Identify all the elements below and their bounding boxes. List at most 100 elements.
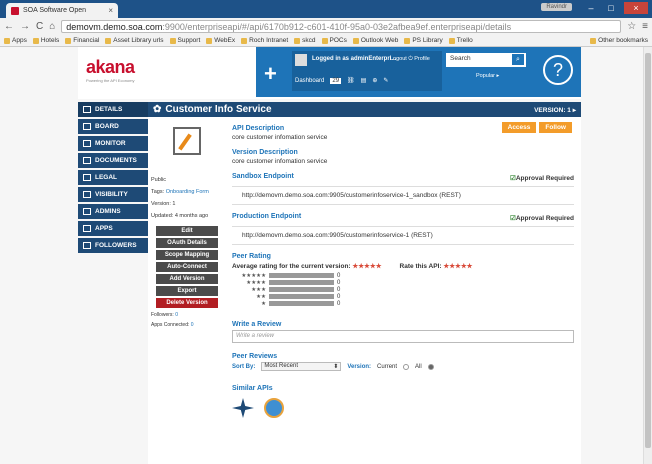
export-button[interactable]: Export: [156, 285, 218, 296]
gear-icon: ✿: [153, 104, 162, 115]
globe-icon[interactable]: [264, 398, 284, 418]
bookmark-item[interactable]: Hotels: [32, 37, 59, 44]
bookmark-item[interactable]: Roch Intranet: [241, 37, 288, 44]
favicon-icon: [11, 6, 19, 15]
scope-mapping-button[interactable]: Scope Mapping: [156, 249, 218, 260]
bookmark-star-icon[interactable]: ☆: [627, 21, 636, 32]
search-input[interactable]: Search ⌕: [446, 53, 526, 67]
search-icon[interactable]: ⌕: [512, 54, 524, 65]
peer-reviews-label: Peer Reviews: [232, 353, 278, 360]
service-sidebar: Public Tags: Onboarding Form Version: 1 …: [151, 127, 223, 328]
eye-icon: [83, 191, 91, 198]
version-filter-label: Version:: [347, 363, 372, 370]
rating-row: ★★★★★ 0: [241, 272, 341, 279]
bookmark-item[interactable]: Other bookmarks: [590, 37, 648, 44]
plus-icon[interactable]: +: [264, 61, 277, 87]
dashboard-count: 29: [330, 77, 342, 84]
oauth-details-button[interactable]: OAuth Details: [156, 237, 218, 248]
bookmark-item[interactable]: POCs: [321, 37, 347, 44]
tag-link[interactable]: Onboarding Form: [166, 189, 209, 195]
bookmark-item[interactable]: Asset Library urls: [105, 37, 164, 44]
bookmark-item[interactable]: WebEx: [206, 37, 235, 44]
omnibar: ← → C ⌂ demovm.demo.soa.com:9900/enterpr…: [0, 18, 652, 35]
access-button[interactable]: Access: [501, 122, 537, 133]
scrollbar[interactable]: [643, 47, 652, 464]
rating-row: ★★★★ 0: [246, 279, 341, 286]
back-icon[interactable]: ←: [4, 21, 14, 32]
dashboard-link[interactable]: Dashboard: [295, 78, 324, 84]
bookmark-item[interactable]: PS Library: [404, 37, 443, 44]
reload-icon[interactable]: C: [36, 21, 43, 32]
forward-icon[interactable]: →: [20, 21, 30, 32]
all-radio[interactable]: [427, 363, 434, 370]
review-input[interactable]: Write a review: [232, 330, 574, 343]
edit-button[interactable]: Edit: [156, 225, 218, 236]
browser-tab[interactable]: SOA Software Open ×: [6, 3, 118, 18]
menu-icon[interactable]: ≡: [642, 21, 648, 32]
peer-rating-label: Peer Rating: [232, 253, 271, 260]
link-icon[interactable]: ⛓: [347, 77, 355, 84]
home-icon[interactable]: ⌂: [49, 21, 55, 32]
nav-apps[interactable]: Apps: [78, 221, 148, 236]
nav-board[interactable]: Board: [78, 119, 148, 134]
nav-admins[interactable]: Admins: [78, 204, 148, 219]
profile-link[interactable]: Profile: [414, 56, 430, 62]
apps-count[interactable]: 0: [191, 322, 194, 328]
close-tab-icon[interactable]: ×: [108, 6, 113, 15]
screen-icon[interactable]: ▤: [361, 77, 367, 84]
sort-select[interactable]: Most Recent ⬍: [261, 362, 342, 371]
current-radio[interactable]: [403, 363, 410, 370]
akana-logo[interactable]: akana Powering the API Economy: [86, 57, 135, 83]
logout-link[interactable]: Logout: [390, 56, 407, 62]
nav-followers[interactable]: Followers: [78, 238, 148, 253]
popular-link[interactable]: Popular ▸: [476, 73, 499, 79]
version-selector[interactable]: VERSION: 1 ▸: [534, 106, 576, 114]
bookmark-item[interactable]: Financial: [65, 37, 99, 44]
production-approval: Approval Required: [510, 214, 574, 222]
sandbox-endpoint-url[interactable]: http://demovm.demo.soa.com:9905/customer…: [232, 186, 574, 205]
delete-version-button[interactable]: Delete Version: [156, 297, 218, 308]
avatar[interactable]: [295, 54, 307, 66]
follow-button[interactable]: Follow: [539, 122, 572, 133]
similar-api-icon[interactable]: [232, 398, 254, 418]
folder-icon: [321, 37, 328, 44]
user-status: Logged in as adminEnterpri...: [312, 56, 397, 62]
wrench-icon[interactable]: ✎: [383, 77, 388, 84]
nav-legal[interactable]: Legal: [78, 170, 148, 185]
followers-count[interactable]: 0: [175, 312, 178, 318]
bookmark-item[interactable]: Apps: [4, 37, 27, 44]
browser-tab-strip: SOA Software Open × Ravindr – □ ×: [0, 0, 652, 18]
bookmark-item[interactable]: Outlook Web: [352, 37, 398, 44]
user-box: Logged in as adminEnterpri... Logout ⏻ P…: [292, 51, 442, 91]
bookmark-item[interactable]: Support: [169, 37, 200, 44]
address-bar[interactable]: demovm.demo.soa.com:9900/enterpriseapi/#…: [61, 20, 622, 33]
followers-label: Followers:: [151, 311, 174, 318]
add-version-button[interactable]: Add Version: [156, 273, 218, 284]
nav-monitor[interactable]: Monitor: [78, 136, 148, 151]
bookmark-item[interactable]: Trello: [448, 37, 473, 44]
bookmark-item[interactable]: skcd: [294, 37, 316, 44]
help-icon[interactable]: ?: [543, 55, 573, 85]
scrollbar-thumb[interactable]: [645, 53, 651, 448]
nav-details[interactable]: Details: [78, 102, 148, 117]
page-title: Customer Info Service: [165, 104, 272, 115]
rating-row: ★★ 0: [256, 293, 341, 300]
version-description: core customer infomation service: [232, 158, 328, 165]
nav-documents[interactable]: Documents: [78, 153, 148, 168]
folder-icon: [294, 37, 301, 44]
rate-api-stars[interactable]: ★★★★★: [443, 263, 472, 270]
folder-icon: [206, 37, 213, 44]
maximize-icon[interactable]: □: [602, 2, 620, 14]
bookmarks-bar: Apps Hotels Financial Asset Library urls…: [0, 35, 652, 47]
production-endpoint-url[interactable]: http://demovm.demo.soa.com:9905/customer…: [232, 226, 574, 245]
apps-label: Apps Connected:: [151, 321, 190, 328]
side-nav: Details Board Monitor Documents Legal Vi…: [78, 102, 148, 255]
globe-icon[interactable]: ⊕: [372, 77, 377, 84]
minimize-icon[interactable]: –: [582, 2, 600, 14]
auto-connect-button[interactable]: Auto-Connect: [156, 261, 218, 272]
board-icon: [83, 123, 91, 130]
profile-badge[interactable]: Ravindr: [541, 3, 572, 11]
folder-icon: [352, 37, 359, 44]
nav-visibility[interactable]: Visibility: [78, 187, 148, 202]
close-window-icon[interactable]: ×: [624, 2, 648, 14]
